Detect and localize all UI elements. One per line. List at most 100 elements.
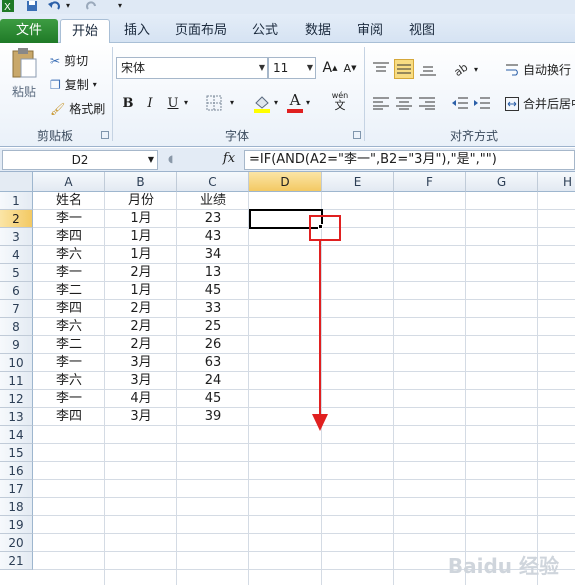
row-header-16[interactable]: 16	[0, 462, 33, 480]
redo-icon[interactable]	[84, 0, 98, 12]
table-cell[interactable]: 23	[177, 210, 249, 228]
row-header-11[interactable]: 11	[0, 372, 33, 390]
fill-color-icon[interactable]	[252, 93, 272, 113]
tab-view[interactable]: 视图	[400, 19, 444, 43]
table-cell[interactable]: 3月	[105, 354, 177, 372]
header-cell[interactable]: 业绩	[177, 192, 249, 210]
table-cell[interactable]: 李一	[33, 354, 105, 372]
row-header-20[interactable]: 20	[0, 534, 33, 552]
tab-page-layout[interactable]: 页面布局	[168, 19, 234, 43]
table-cell[interactable]: 李一	[33, 390, 105, 408]
underline-button[interactable]: U	[163, 93, 183, 113]
table-cell[interactable]: 李二	[33, 336, 105, 354]
grow-font-icon[interactable]: A ▲	[320, 58, 340, 78]
select-all-corner[interactable]	[0, 172, 33, 192]
clipboard-launcher-icon[interactable]	[101, 131, 109, 139]
row-header-21[interactable]: 21	[0, 552, 33, 570]
row-header-7[interactable]: 7	[0, 300, 33, 318]
shrink-font-icon[interactable]: A ▼	[340, 58, 360, 78]
table-cell[interactable]: 1月	[105, 210, 177, 228]
phonetic-guide-icon[interactable]: wén 文	[326, 91, 354, 115]
table-cell[interactable]: 李四	[33, 408, 105, 426]
row-header-8[interactable]: 8	[0, 318, 33, 336]
decrease-indent-icon[interactable]	[452, 96, 468, 110]
row-header-4[interactable]: 4	[0, 246, 33, 264]
table-cell[interactable]: 李二	[33, 282, 105, 300]
borders-icon[interactable]	[206, 95, 222, 111]
column-header-b[interactable]: B	[105, 172, 177, 192]
column-header-h[interactable]: H	[538, 172, 575, 192]
row-header-9[interactable]: 9	[0, 336, 33, 354]
row-header-14[interactable]: 14	[0, 426, 33, 444]
bold-button[interactable]: B	[118, 93, 138, 113]
merge-center-button[interactable]: 合并后居中	[505, 95, 575, 112]
row-header-6[interactable]: 6	[0, 282, 33, 300]
row-header-2[interactable]: 2	[0, 210, 33, 228]
increase-indent-icon[interactable]	[474, 96, 490, 110]
table-cell[interactable]: 45	[177, 282, 249, 300]
table-cell[interactable]: 李一	[33, 264, 105, 282]
borders-dropdown-icon[interactable]: ▾	[230, 98, 234, 107]
row-header-3[interactable]: 3	[0, 228, 33, 246]
row-header-19[interactable]: 19	[0, 516, 33, 534]
tab-formulas[interactable]: 公式	[243, 19, 287, 43]
font-color-icon[interactable]: A	[286, 91, 304, 113]
column-header-e[interactable]: E	[322, 172, 394, 192]
splitter-handle-icon[interactable]: ◖	[168, 154, 173, 165]
insert-function-button[interactable]: fx	[218, 151, 240, 169]
table-cell[interactable]: 13	[177, 264, 249, 282]
underline-dropdown-icon[interactable]: ▾	[184, 98, 188, 107]
font-color-dropdown-icon[interactable]: ▾	[306, 98, 310, 107]
fill-color-dropdown-icon[interactable]: ▾	[274, 98, 278, 107]
cut-button[interactable]: ✂ 剪切	[50, 52, 88, 69]
copy-dropdown-icon[interactable]: ▾	[93, 80, 97, 89]
paste-button[interactable]: 粘贴	[4, 47, 44, 117]
table-cell[interactable]: 63	[177, 354, 249, 372]
header-cell[interactable]: 月份	[105, 192, 177, 210]
table-cell[interactable]: 2月	[105, 300, 177, 318]
table-cell[interactable]: 33	[177, 300, 249, 318]
customize-toolbar-icon[interactable]: ▾	[118, 0, 122, 12]
align-center-icon[interactable]	[396, 96, 412, 110]
copy-button[interactable]: ❐ 复制 ▾	[50, 76, 97, 93]
table-cell[interactable]: 43	[177, 228, 249, 246]
undo-icon[interactable]	[48, 0, 62, 12]
header-cell[interactable]: 姓名	[33, 192, 105, 210]
table-cell[interactable]: 25	[177, 318, 249, 336]
table-cell[interactable]: 2月	[105, 318, 177, 336]
row-header-18[interactable]: 18	[0, 498, 33, 516]
tab-data[interactable]: 数据	[296, 19, 340, 43]
wrap-text-button[interactable]: 自动换行	[505, 61, 571, 78]
orientation-icon[interactable]: ab	[452, 59, 470, 77]
table-cell[interactable]: 1月	[105, 246, 177, 264]
align-top-icon[interactable]	[373, 62, 389, 76]
font-name-select[interactable]: 宋体 ▼	[116, 57, 268, 79]
italic-button[interactable]: I	[140, 93, 160, 113]
align-right-icon[interactable]	[419, 96, 435, 110]
table-cell[interactable]: 李六	[33, 318, 105, 336]
column-header-g[interactable]: G	[466, 172, 538, 192]
row-header-10[interactable]: 10	[0, 354, 33, 372]
column-header-d[interactable]: D	[249, 172, 322, 192]
table-cell[interactable]: 李六	[33, 246, 105, 264]
column-header-a[interactable]: A	[33, 172, 105, 192]
table-cell[interactable]: 4月	[105, 390, 177, 408]
table-cell[interactable]: 1月	[105, 228, 177, 246]
table-cell[interactable]: 1月	[105, 282, 177, 300]
table-cell[interactable]: 26	[177, 336, 249, 354]
table-cell[interactable]: 39	[177, 408, 249, 426]
row-header-17[interactable]: 17	[0, 480, 33, 498]
worksheet-grid[interactable]: ABCDEFGH 1 2 3 4 5 6 7 8 9 10 11 12 13 14 15 16 17 18 19 20…	[0, 172, 575, 585]
save-icon[interactable]	[26, 0, 38, 12]
table-cell[interactable]: 李四	[33, 300, 105, 318]
table-cell[interactable]: 3月	[105, 408, 177, 426]
table-cell[interactable]: 45	[177, 390, 249, 408]
align-bottom-icon[interactable]	[420, 62, 436, 76]
undo-dropdown-icon[interactable]: ▾	[66, 0, 70, 12]
align-middle-icon[interactable]	[394, 59, 414, 79]
table-cell[interactable]: 2月	[105, 264, 177, 282]
font-launcher-icon[interactable]	[353, 131, 361, 139]
name-box[interactable]: D2 ▼	[2, 150, 158, 170]
formula-input[interactable]: =IF(AND(A2="李一",B2="3月"),"是","")	[244, 150, 575, 170]
tab-home[interactable]: 开始	[60, 19, 110, 44]
